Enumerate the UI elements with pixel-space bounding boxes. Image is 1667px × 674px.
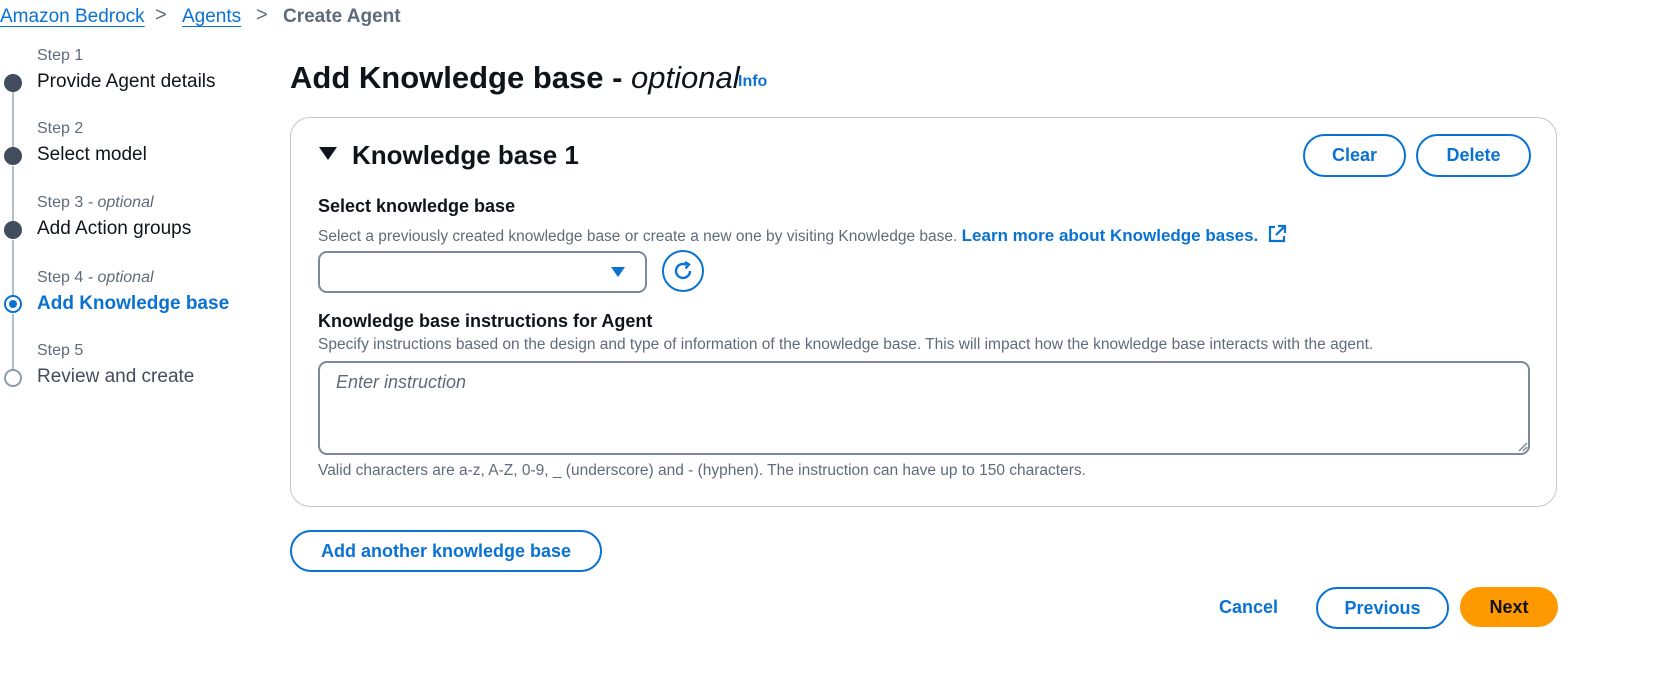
learn-more-text[interactable]: Learn more about Knowledge bases. <box>962 226 1259 245</box>
previous-button[interactable]: Previous <box>1316 587 1449 629</box>
step-complete-icon <box>4 74 22 92</box>
step-title[interactable]: Add Action groups <box>37 218 191 240</box>
page-title-optional: optional <box>631 60 740 95</box>
step-number: Step 4 <box>37 269 84 286</box>
step-pending-icon <box>4 369 22 387</box>
external-link-icon[interactable] <box>1267 224 1287 249</box>
step-title[interactable]: Provide Agent details <box>37 71 216 93</box>
caret-down-icon <box>611 267 625 277</box>
instructions-description: Specify instructions based on the design… <box>318 336 1374 353</box>
step-number: Step 2 <box>37 120 84 137</box>
step-active-icon <box>4 295 22 313</box>
instructions-textarea[interactable] <box>318 361 1530 455</box>
select-kb-description: Select a previously created knowledge ba… <box>318 224 1287 249</box>
chevron-right-icon: > <box>256 4 268 26</box>
breadcrumb-current: Create Agent <box>283 6 401 27</box>
step-connector <box>12 314 14 370</box>
select-kb-label: Select knowledge base <box>318 196 516 216</box>
knowledge-base-select[interactable] <box>318 251 647 293</box>
next-button[interactable]: Next <box>1460 587 1558 627</box>
add-another-knowledge-base-button[interactable]: Add another knowledge base <box>290 530 602 572</box>
refresh-button[interactable] <box>662 250 704 292</box>
step-complete-icon <box>4 221 22 239</box>
delete-button[interactable]: Delete <box>1416 134 1531 177</box>
clear-button[interactable]: Clear <box>1303 134 1406 177</box>
breadcrumb-agents[interactable]: Agents <box>182 6 241 28</box>
instructions-label: Knowledge base instructions for Agent <box>318 311 653 331</box>
page-title: Add Knowledge base - optional <box>290 60 740 96</box>
instructions-hint: Valid characters are a-z, A-Z, 0-9, _ (u… <box>318 462 1086 479</box>
cancel-button[interactable]: Cancel <box>1219 597 1278 618</box>
refresh-icon <box>674 260 692 280</box>
chevron-right-icon: > <box>155 4 167 26</box>
step-connector <box>12 240 14 296</box>
resize-handle-icon[interactable] <box>1516 440 1528 452</box>
knowledge-base-title[interactable]: Knowledge base 1 <box>352 140 579 171</box>
breadcrumb-amazon-bedrock[interactable]: Amazon Bedrock <box>0 6 145 28</box>
page-title-text: Add Knowledge base - <box>290 60 632 95</box>
step-number: Step 1 <box>37 47 84 64</box>
step-optional: - optional <box>83 269 154 286</box>
step-title[interactable]: Select model <box>37 144 147 166</box>
step-title: Add Knowledge base <box>37 293 230 314</box>
step-complete-icon <box>4 147 22 165</box>
info-link[interactable]: Info <box>738 73 767 91</box>
step-optional: - optional <box>83 194 154 211</box>
step-title: Review and create <box>37 366 195 387</box>
learn-more-link[interactable]: Learn more about Knowledge bases. <box>962 224 1287 245</box>
select-kb-description-text: Select a previously created knowledge ba… <box>318 228 958 245</box>
expand-caret-icon[interactable] <box>319 147 337 160</box>
step-connector <box>12 92 14 148</box>
step-connector <box>12 166 14 222</box>
step-number: Step 5 <box>37 342 84 359</box>
step-number: Step 3 <box>37 194 84 211</box>
